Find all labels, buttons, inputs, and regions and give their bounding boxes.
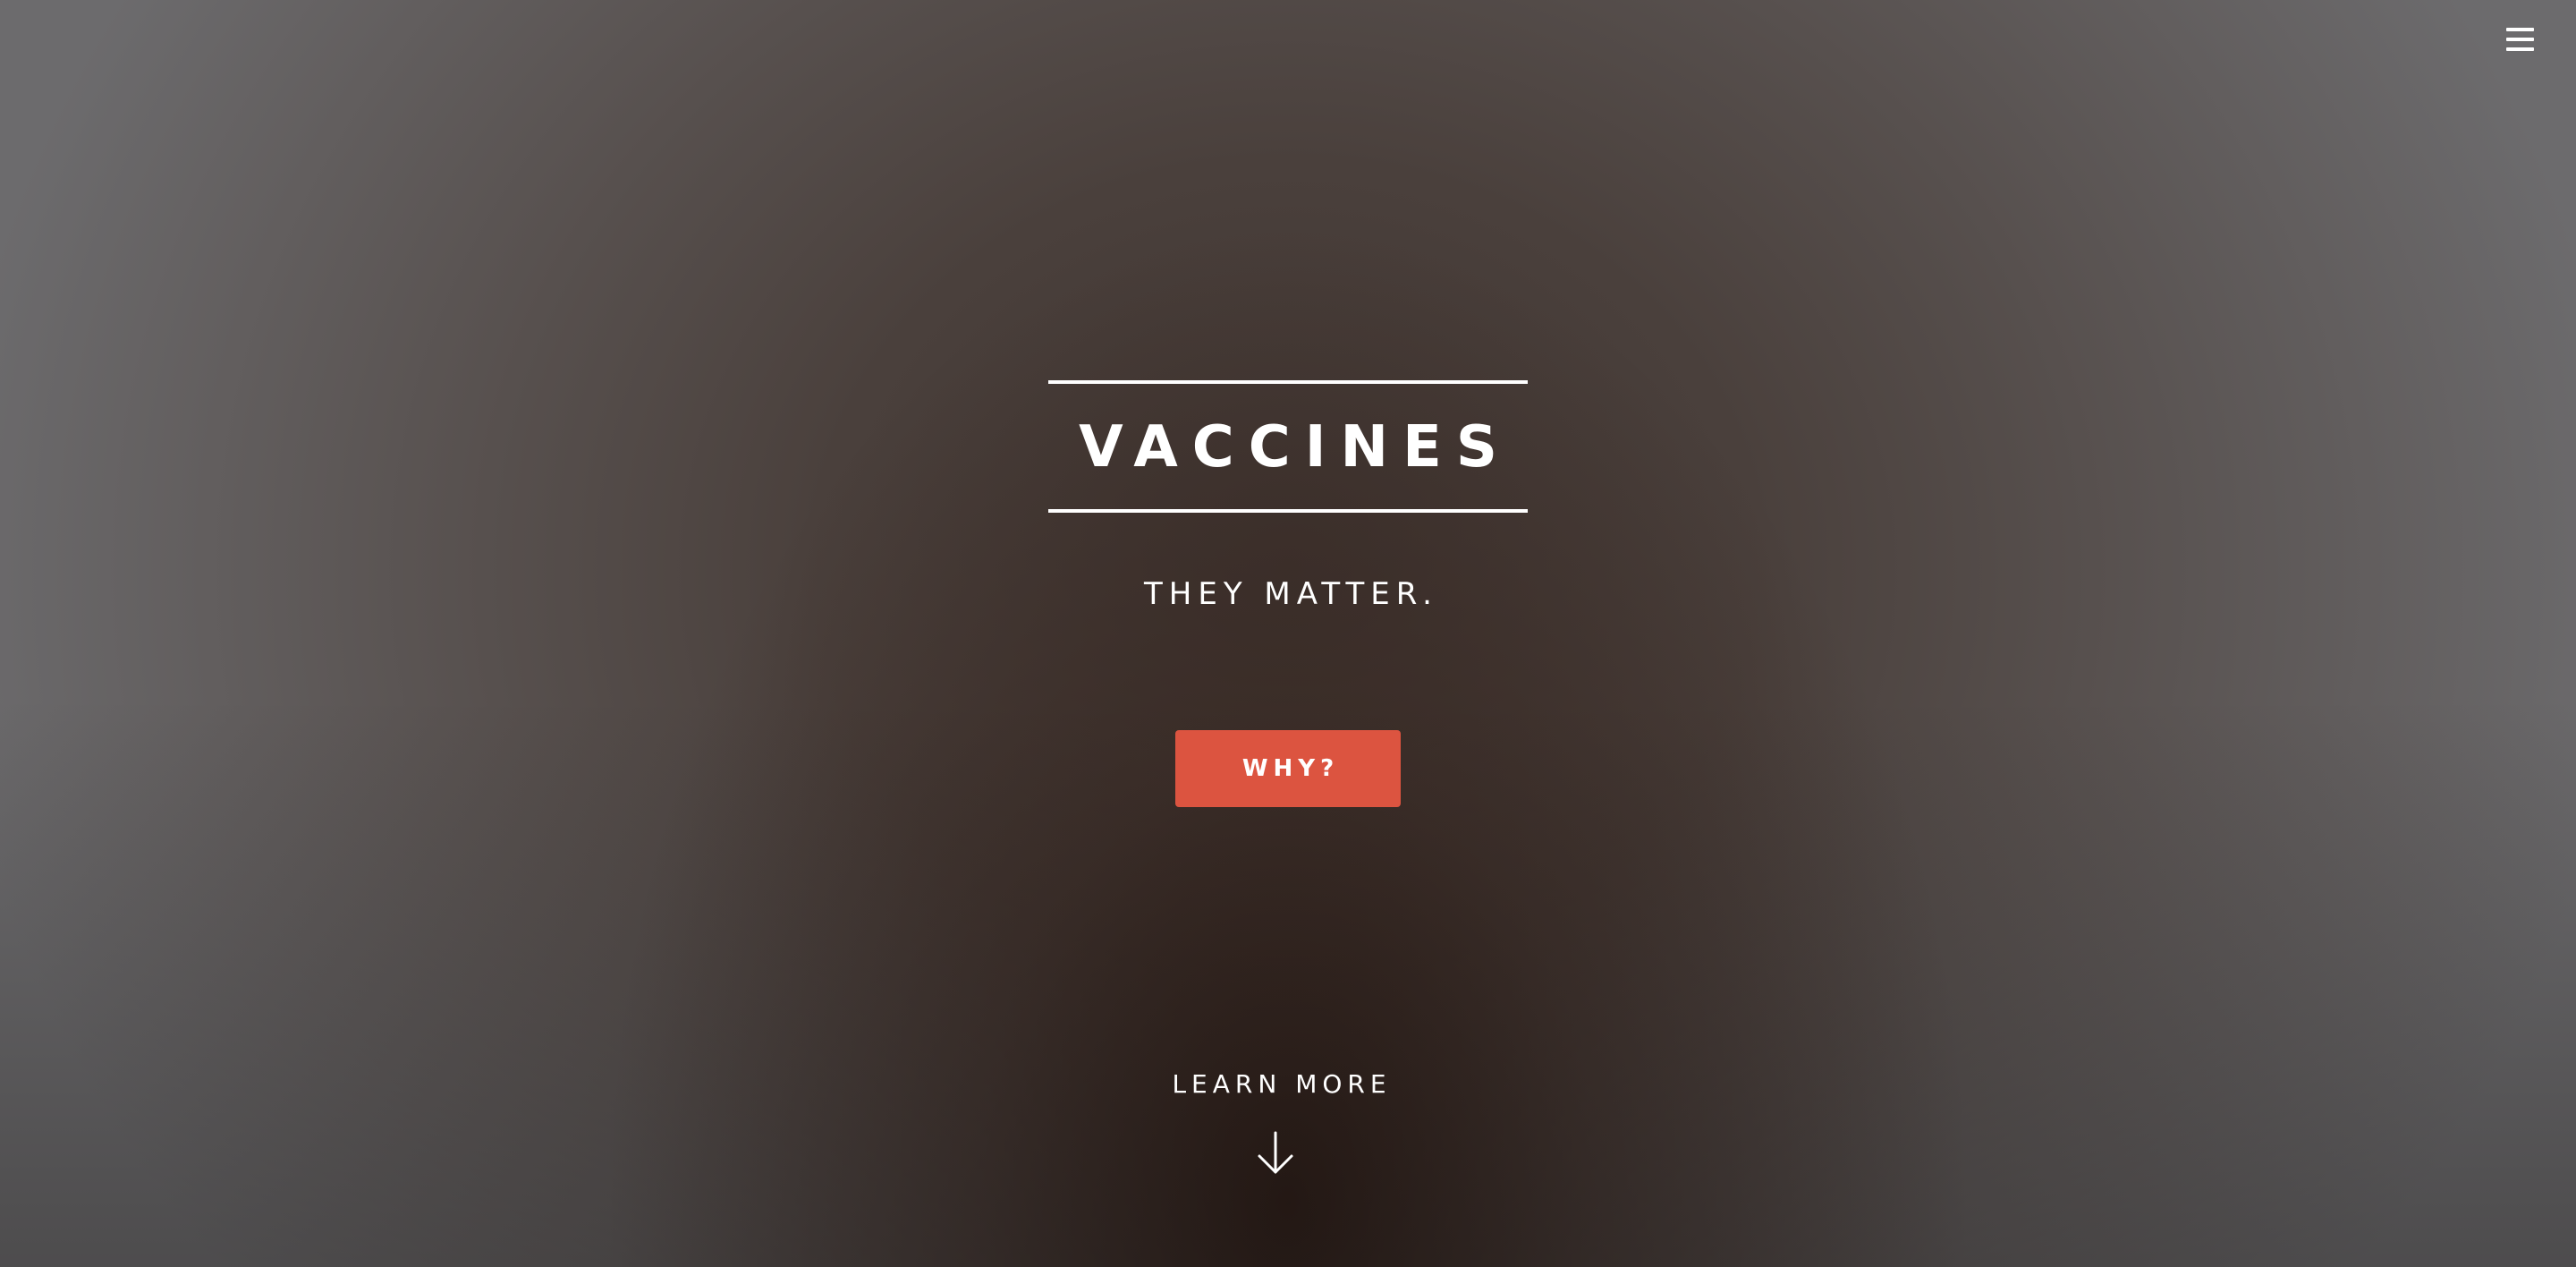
hero-section: VACCINES THEY MATTER. WHY? LEARN MORE xyxy=(0,0,2576,1267)
menu-bar xyxy=(2506,28,2534,31)
why-button[interactable]: WHY? xyxy=(1175,730,1401,807)
learn-more-label: LEARN MORE xyxy=(1172,1069,1392,1099)
menu-bar xyxy=(2506,47,2534,51)
menu-bar xyxy=(2506,38,2534,41)
arrow-down-icon[interactable] xyxy=(1256,1131,1295,1176)
hamburger-menu-icon[interactable] xyxy=(2504,24,2537,53)
title-bottom-divider xyxy=(1048,509,1528,513)
page-title: VACCINES xyxy=(1079,414,1512,480)
learn-more-link[interactable]: LEARN MORE xyxy=(1091,1065,1467,1208)
title-top-divider xyxy=(1048,380,1528,384)
page-subtitle: THEY MATTER. xyxy=(1144,576,1438,612)
